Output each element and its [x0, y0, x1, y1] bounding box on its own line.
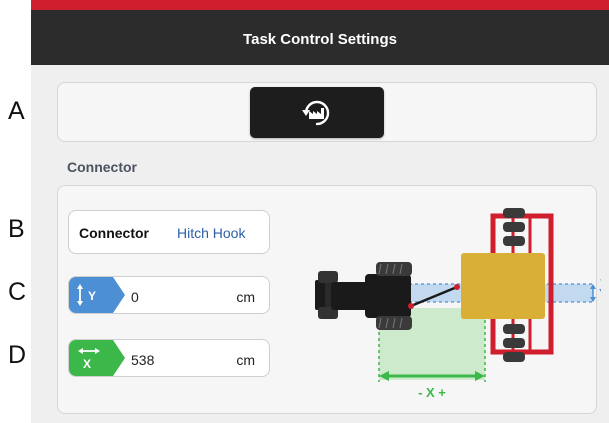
connector-type-selector[interactable]: Connector Hitch Hook	[68, 210, 270, 254]
annotation-letter-d: D	[8, 341, 27, 369]
x-offset-tag: X	[69, 340, 127, 376]
y-offset-unit: cm	[236, 289, 255, 305]
x-offset-icon-letter: X	[83, 357, 91, 371]
y-offset-diagram-label: Y	[599, 286, 601, 301]
x-offset-unit: cm	[236, 352, 255, 368]
hitch-diagram: - X + Y + -	[315, 208, 601, 400]
title-bar: Task Control Settings	[31, 10, 609, 65]
y-offset-plus: +	[600, 273, 601, 287]
annotation-letter-a: A	[8, 97, 25, 125]
top-accent-bar	[31, 0, 609, 10]
y-offset-icon: Y	[69, 277, 125, 313]
app-screen: Task Control Settings Connector Connecto…	[31, 0, 609, 423]
connector-value: Hitch Hook	[177, 225, 246, 241]
annotation-letter-b: B	[8, 215, 25, 243]
x-offset-diagram-label: - X +	[418, 385, 446, 400]
page-title: Task Control Settings	[243, 31, 397, 48]
x-offset-value: 538	[131, 352, 155, 368]
x-offset-icon: X	[69, 340, 125, 376]
connector-label: Connector	[79, 225, 149, 241]
factory-reset-button[interactable]	[250, 87, 384, 138]
connector-section-title: Connector	[67, 159, 137, 175]
y-offset-value: 0	[131, 289, 139, 305]
factory-reset-icon	[302, 100, 330, 125]
y-offset-icon-letter: Y	[88, 289, 96, 303]
hitch-point	[408, 303, 414, 309]
y-offset-field[interactable]: Y 0 cm	[68, 276, 270, 314]
annotation-letter-c: C	[8, 278, 27, 306]
tractor-icon	[315, 262, 412, 330]
y-offset-tag: Y	[69, 277, 127, 313]
implement-hitch-point	[454, 284, 460, 290]
x-offset-field[interactable]: X 538 cm	[68, 339, 270, 377]
